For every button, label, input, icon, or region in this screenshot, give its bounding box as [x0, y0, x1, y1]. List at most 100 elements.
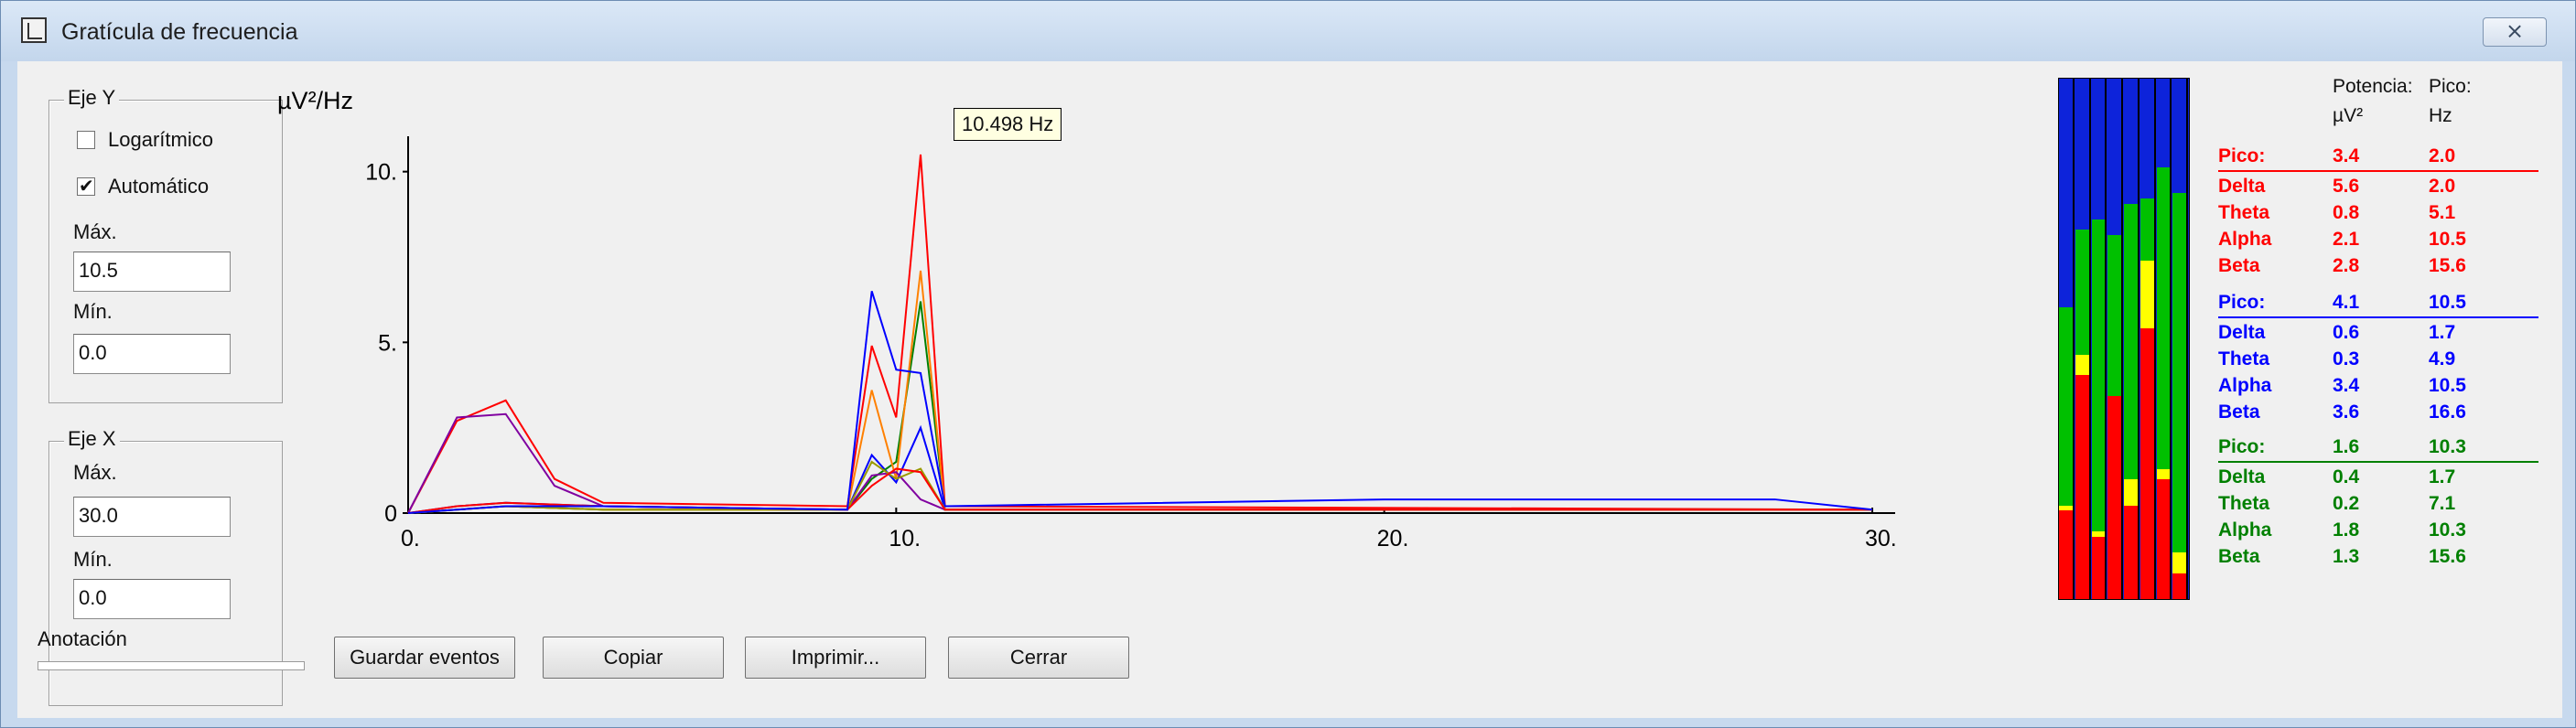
series-lines	[407, 154, 1873, 514]
band-bar-yellow	[2091, 531, 2106, 537]
stat-label: Pico:	[2218, 292, 2266, 313]
potencia-unit: µV²	[2333, 105, 2364, 126]
band-bar-green	[2091, 219, 2106, 532]
annotation-label: Anotación	[38, 627, 127, 650]
frequency-tooltip: 10.498 Hz	[954, 108, 1062, 141]
stat-pico: 4.9	[2429, 348, 2456, 369]
stat-label: Alpha	[2218, 229, 2272, 250]
stat-divider	[2218, 316, 2538, 318]
stat-potencia: 0.4	[2333, 466, 2360, 487]
print-button[interactable]: Imprimir...	[745, 637, 926, 679]
title-bar[interactable]: Gratícula de frecuencia ⨯	[1, 1, 2575, 61]
band-bar-column	[2107, 79, 2123, 599]
x-min-label: Mín.	[73, 548, 113, 571]
series-line	[407, 154, 1873, 514]
band-bar-green	[2156, 166, 2171, 469]
close-window-button[interactable]: ⨯	[2483, 17, 2547, 47]
stat-pico: 1.7	[2429, 466, 2456, 487]
band-bar-column	[2059, 79, 2075, 599]
stat-label: Theta	[2218, 202, 2270, 223]
x-min-input[interactable]: 0.0	[73, 579, 231, 619]
stat-pico: 10.3	[2429, 436, 2466, 457]
band-bar-yellow	[2139, 261, 2154, 329]
stat-pico: 1.7	[2429, 322, 2456, 343]
stat-pico: 15.6	[2429, 255, 2466, 276]
stats-panel: Potencia: Pico: µV² Hz Pico: 3.4 2.0 Delta 5…	[2218, 61, 2557, 610]
stat-potencia: 0.3	[2333, 348, 2360, 369]
y-max-input[interactable]: 10.5	[73, 252, 231, 292]
stat-potencia: 0.8	[2333, 202, 2360, 223]
pico-header: Pico:	[2429, 76, 2472, 97]
band-bar-yellow	[2075, 354, 2089, 376]
band-bar-red	[2107, 396, 2121, 599]
band-bar-red	[2124, 505, 2138, 599]
band-bar-red	[2075, 375, 2089, 599]
stat-potencia: 3.4	[2333, 145, 2360, 166]
stat-label: Beta	[2218, 255, 2260, 276]
stat-pico: 10.3	[2429, 519, 2466, 541]
y-tick-label: 0	[384, 501, 397, 527]
stat-label: Theta	[2218, 348, 2270, 369]
y-axis-label: µV²/Hz	[277, 87, 353, 114]
band-bar-red	[2139, 328, 2154, 599]
stat-pico: 10.5	[2429, 229, 2466, 250]
series-line	[407, 412, 1872, 514]
stat-pico: 10.5	[2429, 292, 2466, 313]
stat-pico: 15.6	[2429, 546, 2466, 567]
stat-potencia: 2.1	[2333, 229, 2360, 250]
x-tick-label: 0.	[401, 526, 420, 551]
stat-label: Alpha	[2218, 375, 2272, 396]
y-tick-label: 5.	[378, 330, 397, 356]
x-max-input[interactable]: 30.0	[73, 497, 231, 537]
band-bar-red	[2059, 510, 2073, 599]
pico-unit: Hz	[2429, 105, 2452, 126]
band-bar-green	[2075, 230, 2089, 355]
logarithmic-checkbox[interactable]: Logarítmico	[77, 128, 213, 152]
band-bar-green	[2139, 198, 2154, 262]
band-bar-column	[2091, 79, 2107, 599]
band-bar-yellow	[2156, 468, 2171, 480]
automatic-check-box[interactable]	[77, 175, 95, 198]
stat-divider	[2218, 461, 2538, 463]
band-bar-yellow	[2172, 551, 2186, 573]
stat-pico: 16.6	[2429, 401, 2466, 423]
band-bar-green	[2172, 193, 2186, 552]
band-bar-red	[2172, 573, 2186, 599]
y-max-label: Máx.	[73, 220, 117, 243]
band-bar-column	[2156, 79, 2172, 599]
series-line	[407, 270, 1872, 514]
series-line	[407, 460, 1872, 514]
series-line	[407, 291, 1873, 514]
close-button[interactable]: Cerrar	[948, 637, 1129, 679]
logarithmic-label: Logarítmico	[108, 128, 213, 151]
band-bar-red	[2156, 479, 2171, 599]
save-events-button[interactable]: Guardar eventos	[334, 637, 515, 679]
x-tick-label: 10.	[889, 526, 921, 551]
band-bar-green	[2059, 307, 2073, 506]
stat-pico: 2.0	[2429, 145, 2456, 166]
stat-pico: 5.1	[2429, 202, 2456, 223]
stat-label: Beta	[2218, 401, 2260, 423]
stat-label: Pico:	[2218, 436, 2266, 457]
stat-divider	[2218, 170, 2538, 172]
annotation-field[interactable]	[38, 661, 305, 670]
stat-pico: 10.5	[2429, 375, 2466, 396]
copy-button[interactable]: Copiar	[543, 637, 724, 679]
band-power-bars	[2058, 78, 2190, 600]
x-axis-legend: Eje X	[64, 427, 120, 451]
band-bar-column	[2124, 79, 2139, 599]
band-bar-column	[2139, 79, 2156, 599]
client-area: Eje Y Logarítmico Automático Máx. 10.5 M…	[17, 61, 2562, 718]
window-title: Gratícula de frecuencia	[61, 19, 298, 45]
logarithmic-check-box[interactable]	[77, 131, 95, 149]
stat-label: Beta	[2218, 546, 2260, 567]
spectrum-chart[interactable]: µV²/Hz 0.10.20.30. 10.5.0 Hz Fp1-F7F7-T3…	[257, 70, 1895, 588]
band-bar-yellow	[2059, 505, 2073, 511]
stat-potencia: 2.8	[2333, 255, 2360, 276]
automatic-checkbox[interactable]: Automático	[77, 175, 209, 198]
x-tick-label: 30.	[1865, 526, 1895, 551]
automatic-label: Automático	[108, 175, 210, 198]
stat-label: Theta	[2218, 493, 2270, 514]
y-axis-group: Eje Y Logarítmico Automático Máx. 10.5 M…	[49, 86, 283, 403]
y-min-input[interactable]: 0.0	[73, 334, 231, 374]
